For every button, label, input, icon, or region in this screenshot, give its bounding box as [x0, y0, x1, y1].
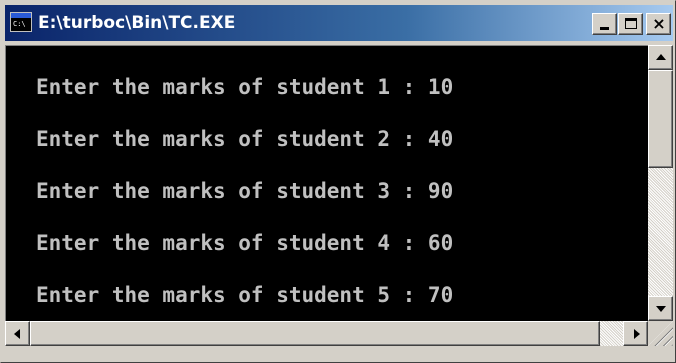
resize-grip[interactable]	[648, 321, 673, 346]
title-bar[interactable]: C:\ E:\turboc\Bin\TC.EXE ×	[5, 5, 673, 41]
console-line: Enter the marks of student 2 : 40	[36, 127, 454, 151]
maximize-icon	[625, 18, 637, 29]
console-window-icon[interactable]: C:\	[10, 12, 32, 32]
icon-prompt-text: C:\	[13, 20, 26, 28]
close-icon: ×	[652, 14, 666, 33]
vertical-scroll-thumb[interactable]	[648, 70, 673, 168]
resize-grip-icon	[648, 321, 673, 346]
scroll-up-button[interactable]	[648, 45, 673, 70]
window-title: E:\turboc\Bin\TC.EXE	[38, 13, 236, 33]
console-line: Enter the marks of student 1 : 10	[36, 75, 454, 99]
close-button[interactable]: ×	[646, 13, 671, 35]
horizontal-scroll-thumb[interactable]	[30, 321, 600, 346]
minimize-button[interactable]	[592, 13, 617, 35]
horizontal-scrollbar[interactable]	[5, 321, 648, 346]
scroll-right-button[interactable]	[623, 321, 648, 346]
scroll-down-button[interactable]	[648, 296, 673, 321]
console-line: Enter the marks of student 4 : 60	[36, 231, 454, 255]
console-output[interactable]: Enter the marks of student 1 : 10 Enter …	[5, 45, 648, 321]
icon-title-strip	[11, 13, 31, 18]
console-line: Enter the marks of student 3 : 90	[36, 179, 454, 203]
console-line: Enter the marks of student 5 : 70	[36, 283, 454, 307]
arrow-down-icon	[656, 306, 666, 312]
arrow-up-icon	[656, 54, 666, 60]
arrow-left-icon	[14, 329, 20, 339]
console-window: C:\ E:\turboc\Bin\TC.EXE × Enter the mar…	[0, 0, 676, 363]
maximize-button[interactable]	[618, 13, 643, 35]
arrow-right-icon	[634, 329, 640, 339]
vertical-scrollbar[interactable]	[648, 45, 673, 321]
minimize-icon	[600, 27, 609, 30]
scroll-left-button[interactable]	[5, 321, 30, 346]
